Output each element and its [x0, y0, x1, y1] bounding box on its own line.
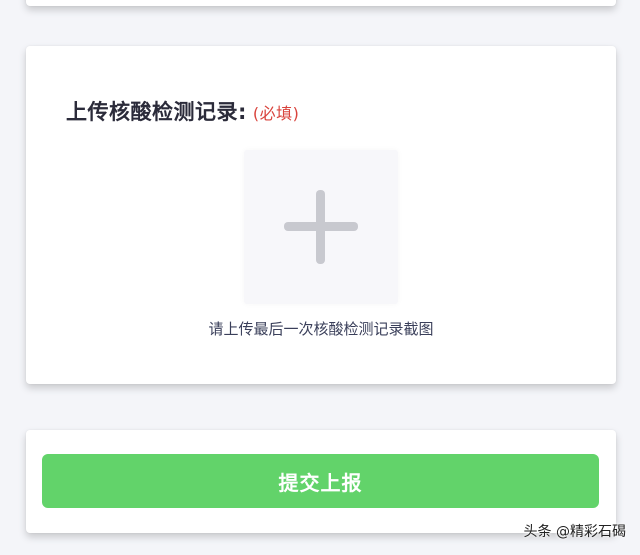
upload-title-text: 上传核酸检测记录:: [66, 100, 247, 124]
upload-card: 上传核酸检测记录: (必填) 请上传最后一次核酸检测记录截图: [26, 46, 616, 384]
submit-button[interactable]: 提交上报: [42, 454, 599, 508]
form-page: 上传核酸检测记录: (必填) 请上传最后一次核酸检测记录截图 提交上报 头条 @精…: [0, 0, 640, 555]
required-tag: (必填): [252, 104, 300, 123]
previous-form-card: [26, 0, 616, 6]
image-upload-box[interactable]: [244, 150, 398, 304]
submit-card: 提交上报: [26, 430, 616, 533]
upload-hint: 请上传最后一次核酸检测记录截图: [208, 320, 434, 338]
plus-icon: [284, 190, 358, 264]
watermark: 头条 @精彩石碣: [523, 524, 626, 540]
upload-section-title: 上传核酸检测记录: (必填): [66, 96, 299, 126]
